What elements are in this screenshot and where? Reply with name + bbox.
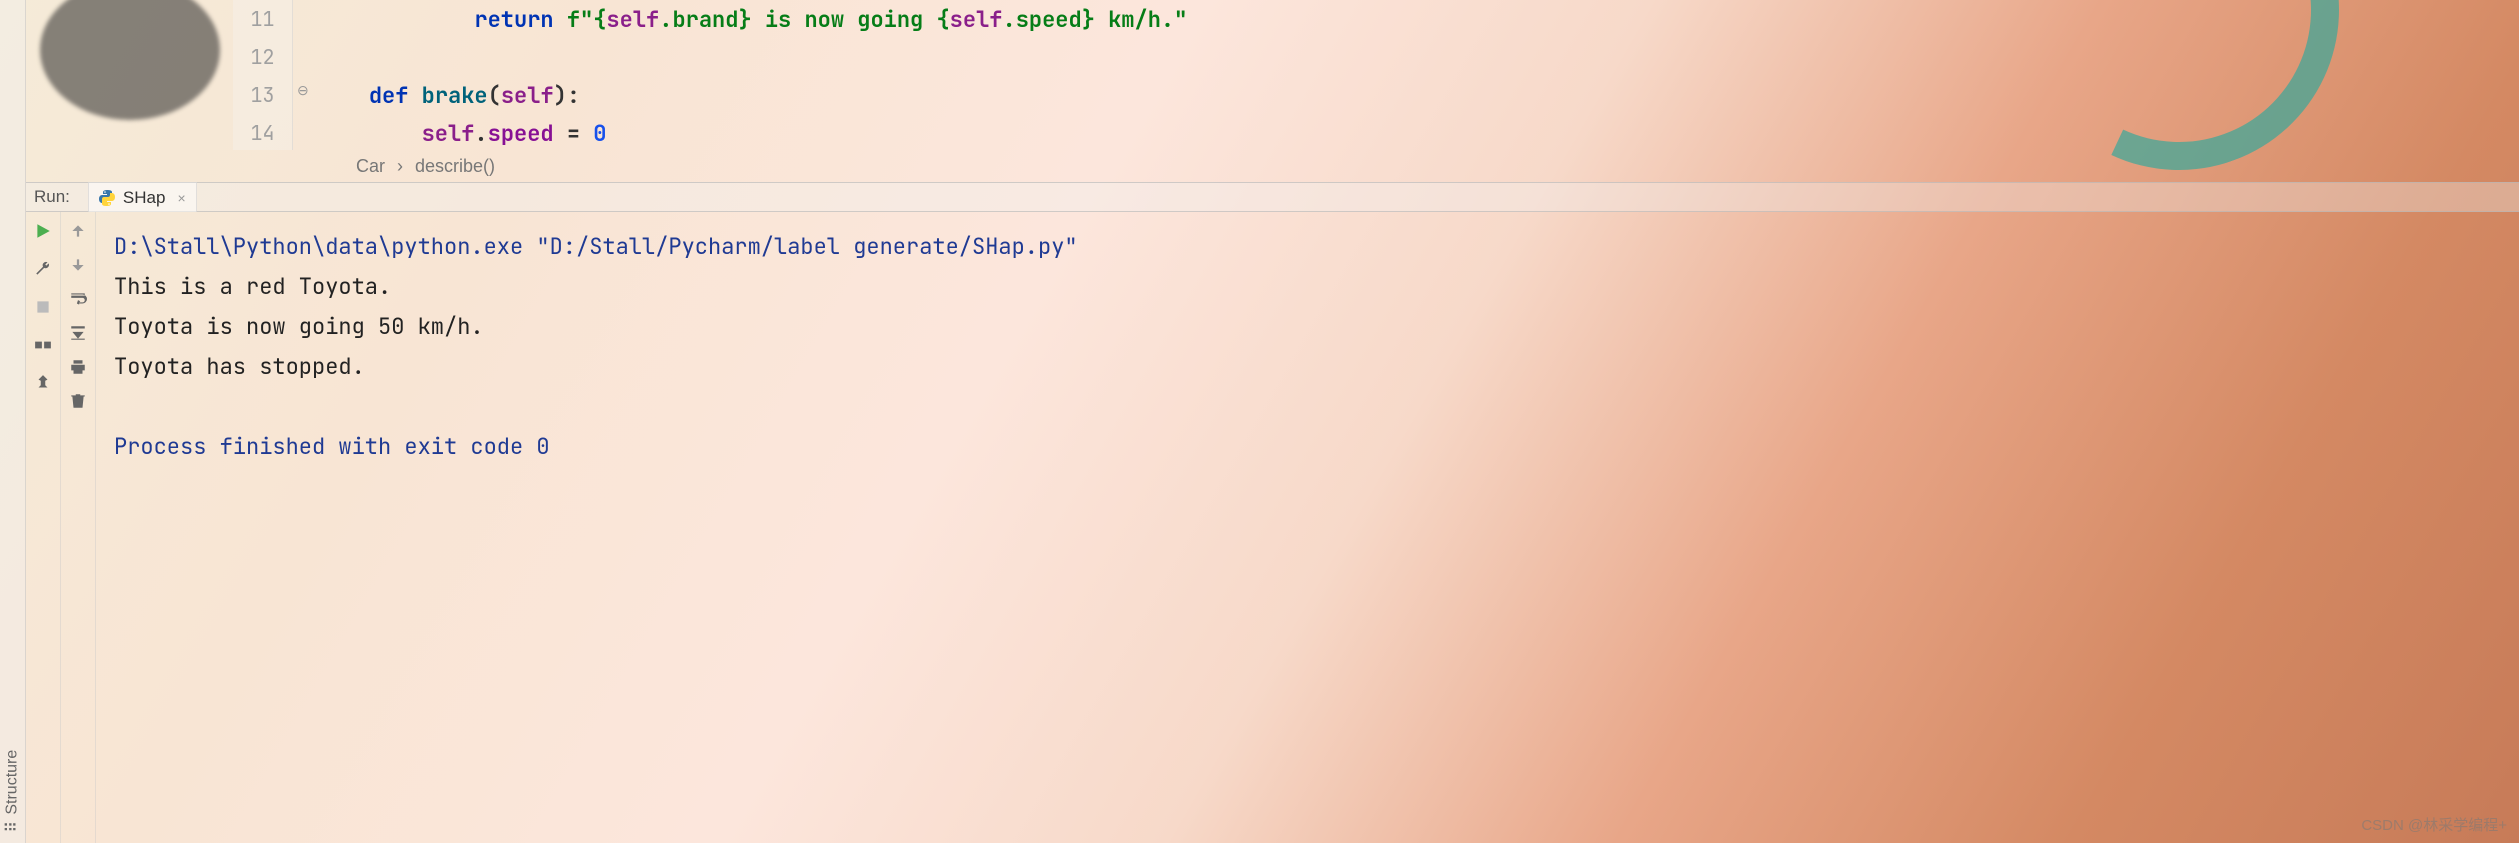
wrench-icon[interactable] <box>34 260 52 278</box>
watermark: CSDN @林采学编程+ <box>2361 814 2507 835</box>
print-icon[interactable] <box>69 358 87 376</box>
console-command: D:\Stall\Python\data\python.exe "D:/Stal… <box>114 226 2501 266</box>
console-output[interactable]: D:\Stall\Python\data\python.exe "D:/Stal… <box>96 212 2519 843</box>
fold-column: ⊖ <box>293 0 315 150</box>
code-line: return f"{self.brand} is now going {self… <box>316 0 2519 38</box>
code-editor[interactable]: return f"{self.brand} is now going {self… <box>316 0 2519 150</box>
play-icon[interactable] <box>34 222 52 240</box>
structure-tool-tab[interactable]: ⠿ Structure <box>3 750 22 833</box>
line-number[interactable]: 13 <box>233 76 292 114</box>
console-blank <box>114 386 2501 426</box>
run-panel-header: Run: SHap × <box>26 182 2519 212</box>
code-line: self.speed = 0 <box>316 114 2519 152</box>
stop-icon[interactable] <box>34 298 52 316</box>
trash-icon[interactable] <box>69 392 87 410</box>
code-line <box>316 38 2519 76</box>
run-toolbar-secondary <box>61 212 96 843</box>
run-label: Run: <box>34 187 70 207</box>
close-icon[interactable]: × <box>177 190 185 206</box>
console-exit: Process finished with exit code 0 <box>114 426 2501 466</box>
code-line: def brake(self): <box>316 76 2519 114</box>
pin-icon[interactable] <box>34 374 52 392</box>
run-toolbar-primary <box>26 212 61 843</box>
ide-left-sidebar: ⠿ Structure <box>0 0 26 843</box>
editor-area: 11 12 13 14 ⊖ return f"{self.brand} is n… <box>26 0 2519 182</box>
console-line: Toyota is now going 50 km/h. <box>114 306 2501 346</box>
line-number[interactable]: 14 <box>233 114 292 152</box>
breadcrumb-item[interactable]: Car <box>356 156 385 177</box>
gutter: 11 12 13 14 <box>233 0 293 150</box>
breadcrumb-item[interactable]: describe() <box>415 156 495 177</box>
run-tab[interactable]: SHap × <box>88 182 197 212</box>
breadcrumb[interactable]: Car › describe() <box>316 150 2519 182</box>
line-number[interactable]: 12 <box>233 38 292 76</box>
line-number[interactable]: 11 <box>233 0 292 38</box>
console-line: Toyota has stopped. <box>114 346 2501 386</box>
fold-marker-icon[interactable]: ⊖ <box>297 82 309 99</box>
arrow-down-icon[interactable] <box>69 256 87 274</box>
scroll-to-end-icon[interactable] <box>69 324 87 342</box>
structure-label: Structure <box>4 750 22 815</box>
arrow-up-icon[interactable] <box>69 222 87 240</box>
soft-wrap-icon[interactable] <box>69 290 87 308</box>
run-tab-label: SHap <box>123 188 166 208</box>
run-panel-body: D:\Stall\Python\data\python.exe "D:/Stal… <box>26 212 2519 843</box>
python-icon <box>99 190 115 206</box>
console-line: This is a red Toyota. <box>114 266 2501 306</box>
structure-icon: ⠿ <box>3 821 22 833</box>
breadcrumb-separator: › <box>397 156 403 177</box>
layout-icon[interactable] <box>34 336 52 354</box>
